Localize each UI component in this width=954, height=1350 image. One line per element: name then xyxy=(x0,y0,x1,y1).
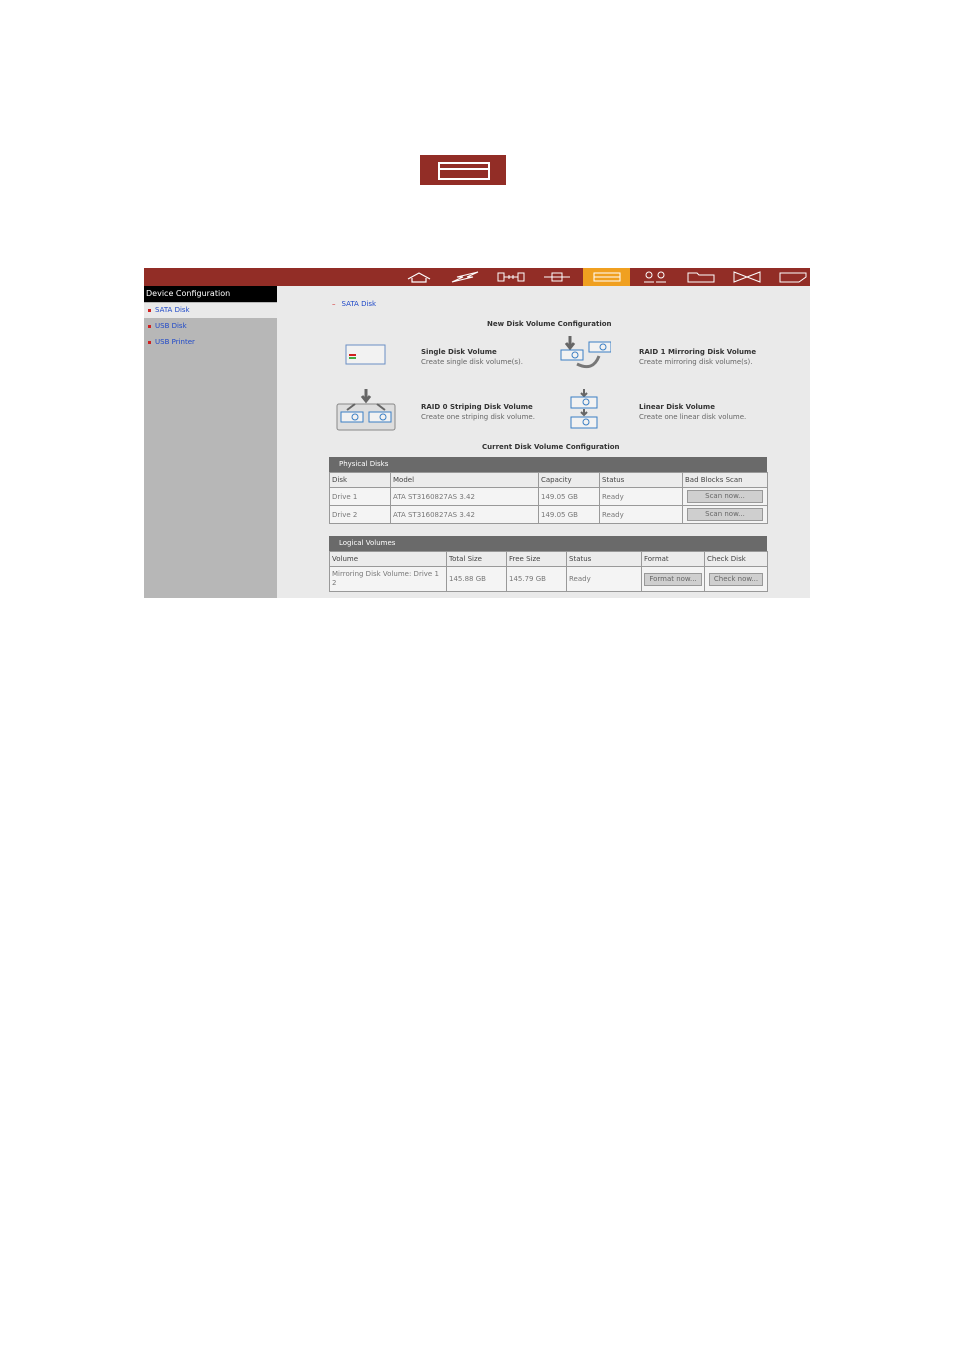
table-header-row: Disk Model Capacity Status Bad Blocks Sc… xyxy=(329,472,768,488)
scan-now-button[interactable]: Scan now... xyxy=(687,490,763,503)
col-header: Bad Blocks Scan xyxy=(682,472,768,488)
col-header: Volume xyxy=(329,551,447,567)
new-config-title: New Disk Volume Configuration xyxy=(487,320,612,328)
sidebar: Device Configuration SATA Disk USB Disk … xyxy=(144,286,277,598)
scan-cell: Scan now... xyxy=(682,487,768,506)
logical-volumes-header: Logical Volumes xyxy=(329,536,767,551)
status-cell: Ready xyxy=(599,487,683,506)
linear-disk-icon[interactable] xyxy=(569,388,599,432)
model-cell: ATA ST3160827AS 3.42 xyxy=(390,487,539,506)
sidebar-title: Device Configuration xyxy=(144,286,277,302)
sidebar-item-label: SATA Disk xyxy=(155,306,190,314)
col-header: Check Disk xyxy=(704,551,768,567)
model-cell: ATA ST3160827AS 3.42 xyxy=(390,505,539,524)
total-size-cell: 145.88 GB xyxy=(446,566,507,592)
table-header-row: Volume Total Size Free Size Status Forma… xyxy=(329,551,768,567)
logs-icon[interactable] xyxy=(774,269,810,285)
status-cell: Ready xyxy=(599,505,683,524)
bullet-icon xyxy=(148,341,151,344)
check-now-button[interactable]: Check now... xyxy=(709,572,763,586)
col-header: Status xyxy=(566,551,642,567)
raid0-desc: Create one striping disk volume. xyxy=(421,413,535,421)
device-config-icon xyxy=(420,155,506,185)
services-icon[interactable] xyxy=(538,269,576,285)
bullet-icon xyxy=(148,325,151,328)
linear-title[interactable]: Linear Disk Volume xyxy=(639,403,715,411)
sidebar-item-usb-disk[interactable]: USB Disk xyxy=(144,319,277,334)
physical-disks-header: Physical Disks xyxy=(329,457,767,472)
volume-cell: Mirroring Disk Volume: Drive 1 2 xyxy=(329,566,447,592)
single-disk-title[interactable]: Single Disk Volume xyxy=(421,348,497,356)
users-icon[interactable] xyxy=(636,269,674,285)
single-disk-icon[interactable] xyxy=(345,344,387,366)
sidebar-item-usb-printer[interactable]: USB Printer xyxy=(144,335,277,350)
raid1-mirroring-icon[interactable] xyxy=(559,334,611,372)
logical-volumes-table: Volume Total Size Free Size Status Forma… xyxy=(329,551,768,592)
format-now-button[interactable]: Format now... xyxy=(644,572,702,586)
system-icon[interactable] xyxy=(446,269,484,285)
disk-cell: Drive 1 xyxy=(329,487,391,506)
breadcrumb: – SATA Disk xyxy=(332,300,376,308)
free-size-cell: 145.79 GB xyxy=(506,566,567,592)
bullet-icon xyxy=(148,309,151,312)
table-row: Drive 2 ATA ST3160827AS 3.42 149.05 GB R… xyxy=(329,505,768,524)
home-icon[interactable] xyxy=(400,269,438,285)
capacity-cell: 149.05 GB xyxy=(538,487,600,506)
device-config-nav-icon[interactable] xyxy=(583,268,630,286)
network-icon[interactable] xyxy=(492,269,530,285)
linear-desc: Create one linear disk volume. xyxy=(639,413,747,421)
breadcrumb-label: SATA Disk xyxy=(341,300,377,308)
format-cell: Format now... xyxy=(641,566,705,592)
check-cell: Check now... xyxy=(704,566,768,592)
status-cell: Ready xyxy=(566,566,642,592)
scan-cell: Scan now... xyxy=(682,505,768,524)
sidebar-item-label: USB Disk xyxy=(155,322,187,330)
single-disk-desc: Create single disk volume(s). xyxy=(421,358,524,366)
raid1-desc: Create mirroring disk volume(s). xyxy=(639,358,753,366)
col-header: Free Size xyxy=(506,551,567,567)
table-row: Mirroring Disk Volume: Drive 1 2 145.88 … xyxy=(329,566,768,592)
physical-disks-table: Disk Model Capacity Status Bad Blocks Sc… xyxy=(329,472,768,524)
scan-now-button[interactable]: Scan now... xyxy=(687,508,763,521)
col-header: Total Size xyxy=(446,551,507,567)
col-header: Capacity xyxy=(538,472,600,488)
capacity-cell: 149.05 GB xyxy=(538,505,600,524)
disk-cell: Drive 2 xyxy=(329,505,391,524)
raid0-striping-icon[interactable] xyxy=(335,388,397,432)
share-folder-icon[interactable] xyxy=(682,269,720,285)
nas-admin-window: Device Configuration SATA Disk USB Disk … xyxy=(144,268,810,598)
sidebar-item-label: USB Printer xyxy=(155,338,195,346)
tools-icon[interactable] xyxy=(728,269,766,285)
col-header: Status xyxy=(599,472,683,488)
main-content: – SATA Disk New Disk Volume Configuration… xyxy=(277,286,810,598)
table-row: Drive 1 ATA ST3160827AS 3.42 149.05 GB R… xyxy=(329,487,768,506)
raid0-title[interactable]: RAID 0 Striping Disk Volume xyxy=(421,403,533,411)
top-nav-bar xyxy=(144,268,810,286)
col-header: Format xyxy=(641,551,705,567)
col-header: Model xyxy=(390,472,539,488)
dash-icon: – xyxy=(332,300,336,308)
raid1-title[interactable]: RAID 1 Mirroring Disk Volume xyxy=(639,348,756,356)
col-header: Disk xyxy=(329,472,391,488)
current-config-title: Current Disk Volume Configuration xyxy=(482,443,620,451)
sidebar-item-sata-disk[interactable]: SATA Disk xyxy=(144,303,277,318)
